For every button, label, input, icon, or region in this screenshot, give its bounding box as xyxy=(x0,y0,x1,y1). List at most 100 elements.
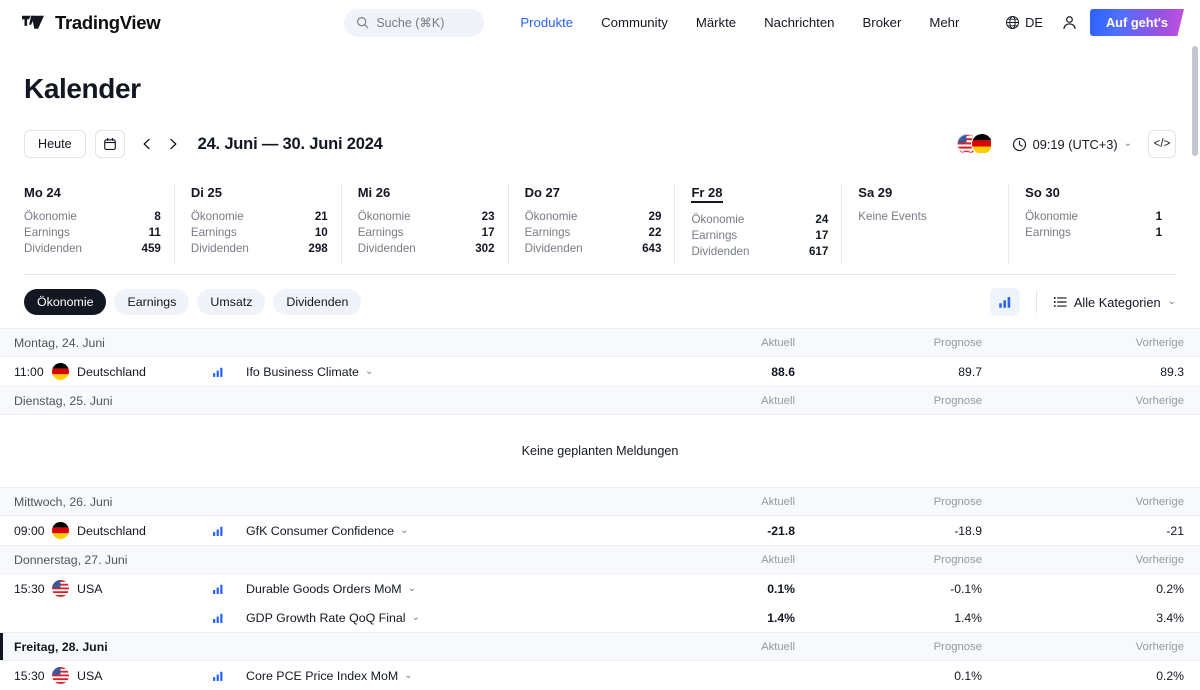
nav-link-broker[interactable]: Broker xyxy=(849,15,916,30)
day-card-row-label: Dividenden xyxy=(525,242,583,256)
empty-state-message: Keine geplanten Meldungen xyxy=(0,415,1200,487)
category-selector-label: Alle Kategorien xyxy=(1074,295,1161,310)
event-country: USA xyxy=(52,667,212,684)
table-row[interactable]: 15:30 USA Dur xyxy=(0,574,1200,603)
event-importance xyxy=(212,366,246,378)
filter-bar-right: Alle Kategorien ⌄ xyxy=(990,288,1176,316)
table-row[interactable]: 09:00 Deutschland GfK Consumer Confidenc… xyxy=(0,516,1200,545)
day-card-row: Dividenden 459 xyxy=(24,241,161,257)
event-previous-value: 3.4% xyxy=(1094,611,1184,625)
day-card-row: Dividenden 302 xyxy=(358,241,495,257)
event-name[interactable]: Core PCE Price Index MoM ⌄ xyxy=(246,669,413,683)
filter-chip-earnings[interactable]: Earnings xyxy=(114,289,189,315)
day-header-mittwoch-26: Mittwoch, 26. Juni Aktuell Prognose Vorh… xyxy=(0,487,1200,516)
event-previous-value: 0.2% xyxy=(1094,582,1184,596)
column-header-actual: Aktuell xyxy=(705,496,795,508)
flag-us-icon xyxy=(52,580,69,597)
table-row[interactable]: 15:30 USA Cor xyxy=(0,661,1200,690)
importance-filter-button[interactable] xyxy=(990,288,1020,316)
event-importance xyxy=(212,612,246,624)
day-card-row: Earnings 17 xyxy=(358,225,495,241)
filter-chip-umsatz[interactable]: Umsatz xyxy=(197,289,265,315)
calendar-icon xyxy=(103,137,117,151)
column-header-forecast: Prognose xyxy=(892,395,982,407)
brand-logo-link[interactable]: TradingView xyxy=(22,12,160,34)
search-placeholder-text: Suche (⌘K) xyxy=(376,15,444,30)
event-country-label: USA xyxy=(77,669,102,683)
chevron-down-icon: ⌄ xyxy=(1124,139,1132,149)
filter-chip-oekonomie[interactable]: Ökonomie xyxy=(24,289,106,315)
chevron-down-icon: ⌄ xyxy=(1168,297,1176,307)
event-name[interactable]: Ifo Business Climate ⌄ xyxy=(246,365,373,379)
event-name[interactable]: GfK Consumer Confidence ⌄ xyxy=(246,524,408,538)
filter-chip-dividenden[interactable]: Dividenden xyxy=(273,289,361,315)
day-summary-card-sa29[interactable]: Sa 29 Keine Events xyxy=(842,176,1009,274)
event-country: Deutschland xyxy=(52,522,212,539)
day-header-dienstag-25: Dienstag, 25. Juni Aktuell Prognose Vorh… xyxy=(0,386,1200,415)
nav-link-community[interactable]: Community xyxy=(587,15,682,30)
previous-week-button[interactable] xyxy=(134,131,160,157)
language-selector[interactable]: DE xyxy=(995,15,1053,30)
day-card-row: Earnings 22 xyxy=(525,225,662,241)
event-previous-value: -21 xyxy=(1094,524,1184,538)
day-card-title: Do 27 xyxy=(525,185,560,200)
event-forecast-value: 1.4% xyxy=(892,611,982,625)
column-header-previous: Vorherige xyxy=(1094,337,1184,349)
column-header-previous: Vorherige xyxy=(1094,554,1184,566)
day-card-title: Mo 24 xyxy=(24,185,61,200)
day-summary-card-fr28[interactable]: Fr 28 Ökonomie 24 Earnings 17 Dividenden… xyxy=(675,176,842,274)
nav-link-nachrichten[interactable]: Nachrichten xyxy=(750,15,848,30)
bar-chart-icon xyxy=(212,583,224,595)
chevron-down-icon: ⌄ xyxy=(408,584,416,594)
day-card-row-value: 24 xyxy=(815,213,828,227)
chevron-down-icon: ⌄ xyxy=(365,367,373,377)
flag-de-icon xyxy=(52,522,69,539)
day-card-row-label: Dividenden xyxy=(358,242,416,256)
search-input[interactable]: Suche (⌘K) xyxy=(344,9,484,37)
day-summary-card-mi26[interactable]: Mi 26 Ökonomie 23 Earnings 17 Dividenden… xyxy=(342,176,509,274)
day-card-row-label: Earnings xyxy=(191,226,237,240)
nav-right-group: DE Auf geht's xyxy=(995,9,1184,36)
chevron-left-icon xyxy=(141,138,153,150)
timezone-selector[interactable]: 09:19 (UTC+3) ⌄ xyxy=(1012,137,1132,152)
event-name[interactable]: Durable Goods Orders MoM ⌄ xyxy=(246,582,416,596)
day-summary-card-so30[interactable]: So 30 Ökonomie 1 Earnings 1 xyxy=(1009,176,1176,274)
day-summary-card-mo24[interactable]: Mo 24 Ökonomie 8 Earnings 11 Dividenden … xyxy=(24,176,175,274)
table-row[interactable]: 11:00 Deutschland Ifo Business Climate ⌄… xyxy=(0,357,1200,386)
get-started-button[interactable]: Auf geht's xyxy=(1090,9,1184,36)
top-navigation-bar: TradingView Suche (⌘K) Produkte Communit… xyxy=(0,0,1200,45)
nav-link-produkte[interactable]: Produkte xyxy=(506,15,587,30)
user-account-icon[interactable] xyxy=(1061,14,1078,31)
day-card-title: Sa 29 xyxy=(858,185,892,200)
day-summary-card-do27[interactable]: Do 27 Ökonomie 29 Earnings 22 Dividenden… xyxy=(509,176,676,274)
day-summary-card-di25[interactable]: Di 25 Ökonomie 21 Earnings 10 Dividenden… xyxy=(175,176,342,274)
page-scrollbar[interactable] xyxy=(1192,46,1198,156)
bar-chart-icon xyxy=(998,295,1012,309)
category-selector[interactable]: Alle Kategorien ⌄ xyxy=(1053,295,1176,310)
date-picker-button[interactable] xyxy=(95,130,125,158)
event-actual-value: 1.4% xyxy=(705,611,795,625)
day-card-row: Dividenden 617 xyxy=(691,244,828,260)
event-country: USA xyxy=(52,580,212,597)
day-card-row-value: 23 xyxy=(482,210,495,224)
country-filter-flags[interactable] xyxy=(956,133,994,155)
day-card-row: Ökonomie 23 xyxy=(358,209,495,225)
nav-link-mehr[interactable]: Mehr xyxy=(915,15,973,30)
language-label: DE xyxy=(1025,15,1043,30)
bar-chart-icon xyxy=(212,670,224,682)
date-range-label: 24. Juni — 30. Juni 2024 xyxy=(198,135,383,154)
today-button[interactable]: Heute xyxy=(24,130,86,158)
list-icon xyxy=(1053,295,1067,309)
embed-code-button[interactable]: </> xyxy=(1148,130,1176,158)
table-row[interactable]: GDP Growth Rate QoQ Final ⌄ 1.4% 1.4% 3.… xyxy=(0,603,1200,632)
day-card-row-value: 8 xyxy=(154,210,160,224)
nav-link-maerkte[interactable]: Märkte xyxy=(682,15,750,30)
event-name[interactable]: GDP Growth Rate QoQ Final ⌄ xyxy=(246,611,420,625)
next-week-button[interactable] xyxy=(160,131,186,157)
day-card-row-value: 617 xyxy=(809,245,828,259)
event-forecast-value: -18.9 xyxy=(892,524,982,538)
chevron-right-icon xyxy=(167,138,179,150)
day-card-row: Dividenden 298 xyxy=(191,241,328,257)
filter-bar: Ökonomie Earnings Umsatz Dividenden xyxy=(24,275,1176,328)
day-card-row-label: Earnings xyxy=(1025,226,1071,240)
